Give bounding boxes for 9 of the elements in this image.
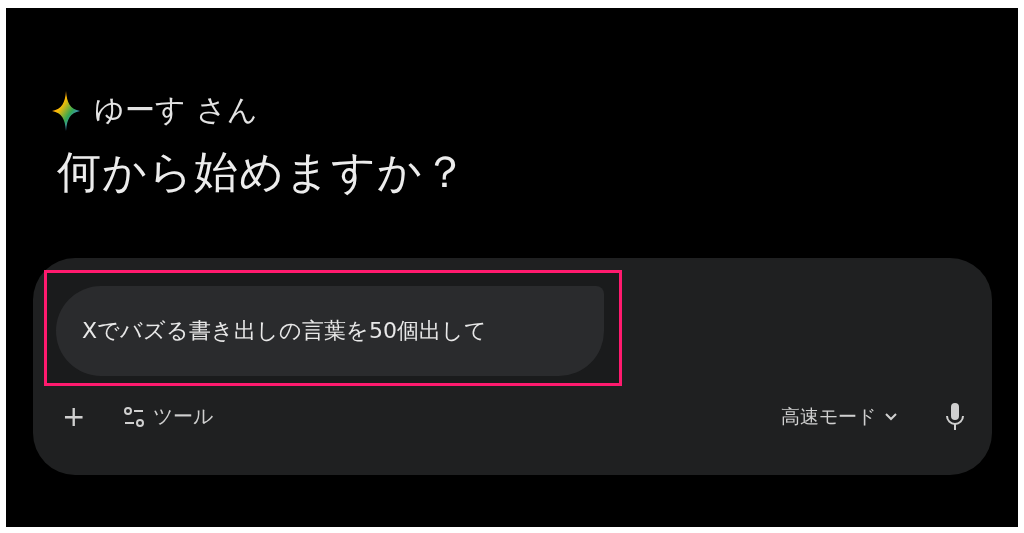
sliders-icon: [123, 405, 146, 428]
microphone-icon: [946, 402, 964, 431]
page-heading: 何から始めますか？: [57, 145, 469, 199]
chevron-down-icon: [884, 411, 898, 422]
add-button[interactable]: +: [58, 396, 90, 437]
mode-dropdown[interactable]: 高速モード: [777, 399, 902, 434]
tools-button[interactable]: ツール: [119, 399, 218, 434]
suggestion-chip[interactable]: Xでバズる書き出しの言葉を50個出して: [56, 286, 604, 376]
user-greeting: ゆーす さん: [94, 91, 258, 129]
